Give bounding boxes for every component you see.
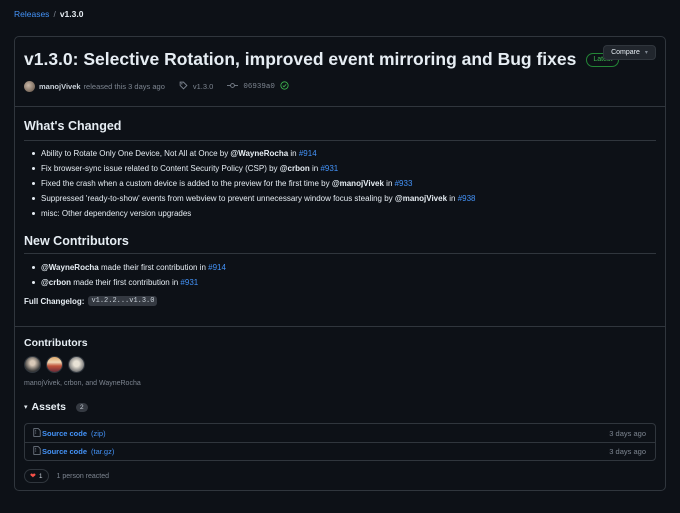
- compare-button[interactable]: Compare ▾: [603, 45, 656, 60]
- asset-row: Source code (zip) 3 days ago: [25, 424, 655, 442]
- verified-check-icon[interactable]: [280, 81, 289, 92]
- list-item: @crbon made their first contribution in …: [32, 275, 226, 290]
- full-changelog: Full Changelog: v1.2.2...v1.3.0: [24, 296, 158, 306]
- heart-icon: ❤: [30, 473, 36, 480]
- pr-link[interactable]: #931: [320, 164, 338, 173]
- contributor-avatars: [24, 356, 85, 373]
- user-mention[interactable]: @crbon: [280, 164, 310, 173]
- triangle-down-icon: ▾: [24, 404, 28, 411]
- changes-list: Ability to Rotate Only One Device, Not A…: [32, 146, 476, 221]
- assets-toggle[interactable]: ▾ Assets 2: [24, 401, 88, 413]
- breadcrumb-releases-link[interactable]: Releases: [14, 9, 49, 19]
- asset-link[interactable]: Source code: [42, 447, 87, 456]
- asset-row: Source code (tar.gz) 3 days ago: [25, 442, 655, 460]
- list-item: Fix browser-sync issue related to Conten…: [32, 161, 476, 176]
- user-mention[interactable]: @WayneRocha: [230, 149, 288, 158]
- reaction-summary: 1 person reacted: [56, 472, 110, 480]
- asset-time: 3 days ago: [609, 428, 646, 438]
- whats-changed-heading: What's Changed: [24, 119, 122, 133]
- pr-link[interactable]: #914: [299, 149, 317, 158]
- user-mention[interactable]: @WayneRocha: [41, 263, 99, 272]
- heading-rule: [24, 253, 656, 254]
- pr-link[interactable]: #914: [208, 263, 226, 272]
- contributors-divider: [15, 326, 665, 327]
- tag-link[interactable]: v1.3.0: [193, 82, 213, 91]
- changelog-label: Full Changelog:: [24, 296, 85, 306]
- avatar[interactable]: [46, 356, 63, 373]
- chevron-down-icon: ▾: [644, 50, 648, 56]
- commit-icon: [227, 81, 239, 92]
- assets-count: 2: [75, 402, 88, 412]
- list-item: Fixed the crash when a custom device is …: [32, 176, 476, 191]
- release-meta: manojVivek released this 3 days ago v1.3…: [24, 81, 289, 92]
- file-zip-icon: [33, 427, 41, 439]
- user-mention[interactable]: @manojVivek: [332, 179, 384, 188]
- reaction-button[interactable]: ❤ 1: [24, 469, 49, 483]
- author-link[interactable]: manojVivek: [39, 82, 81, 91]
- release-card: v1.3.0: Selective Rotation, improved eve…: [14, 36, 666, 491]
- new-contributors-heading: New Contributors: [24, 234, 129, 248]
- list-item: Ability to Rotate Only One Device, Not A…: [32, 146, 476, 161]
- list-item: @WayneRocha made their first contributio…: [32, 260, 226, 275]
- contributors-heading: Contributors: [24, 337, 88, 349]
- tag-icon: [179, 81, 188, 92]
- commit-link[interactable]: 06939a0: [243, 83, 275, 91]
- assets-list: Source code (zip) 3 days ago Source code…: [24, 423, 656, 461]
- changelog-compare-link[interactable]: v1.2.2...v1.3.0: [88, 296, 158, 306]
- list-item: misc: Other dependency version upgrades: [32, 206, 476, 221]
- pr-link[interactable]: #933: [395, 179, 413, 188]
- heading-rule: [24, 140, 656, 141]
- user-mention[interactable]: @manojVivek: [395, 194, 447, 203]
- avatar[interactable]: [24, 356, 41, 373]
- reaction-count: 1: [38, 472, 43, 480]
- compare-label: Compare: [611, 49, 640, 56]
- header-divider: [15, 106, 665, 107]
- breadcrumb: Releases / v1.3.0: [14, 9, 83, 19]
- release-header: v1.3.0: Selective Rotation, improved eve…: [24, 49, 620, 70]
- list-item: Suppressed 'ready-to-show' events from w…: [32, 191, 476, 206]
- avatar[interactable]: [68, 356, 85, 373]
- file-zip-icon: [33, 446, 41, 457]
- new-contributors-list: @WayneRocha made their first contributio…: [32, 260, 226, 290]
- assets-heading: Assets: [31, 401, 66, 413]
- asset-ext[interactable]: (zip): [91, 429, 106, 438]
- released-time: released this 3 days ago: [83, 82, 165, 91]
- asset-ext[interactable]: (tar.gz): [91, 447, 114, 456]
- reactions: ❤ 1 1 person reacted: [24, 469, 109, 483]
- user-mention[interactable]: @crbon: [41, 278, 71, 287]
- asset-time: 3 days ago: [609, 447, 646, 456]
- breadcrumb-separator: /: [53, 9, 56, 19]
- asset-link[interactable]: Source code: [42, 429, 87, 438]
- pr-link[interactable]: #931: [180, 278, 198, 287]
- author-avatar[interactable]: [24, 81, 35, 92]
- contributors-names: manojVivek, crbon, and WayneRocha: [24, 380, 141, 387]
- pr-link[interactable]: #938: [458, 194, 476, 203]
- breadcrumb-current: v1.3.0: [59, 9, 84, 19]
- release-title[interactable]: v1.3.0: Selective Rotation, improved eve…: [24, 49, 576, 70]
